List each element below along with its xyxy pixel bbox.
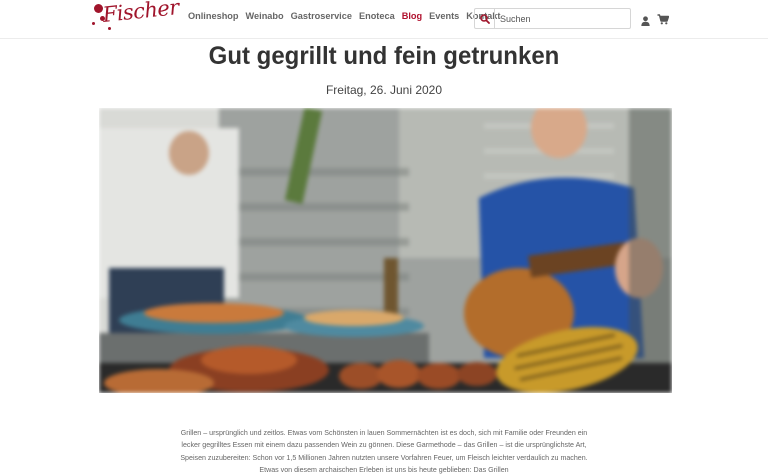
search-box [474,8,631,29]
search-icon [479,13,490,24]
logo-splatter [92,22,95,25]
nav-item-gastroservice[interactable]: Gastroservice [291,11,352,21]
search-button[interactable] [475,9,495,28]
brand-logo[interactable]: Fischer [90,0,180,36]
main-nav: Onlineshop Weinabo Gastroservice Enoteca… [188,11,500,21]
search-input[interactable] [495,9,630,28]
article-paragraph: Grillen – ursprünglich und zeitlos. Etwa… [180,429,588,474]
article-title: Gut gegrillt und fein getrunken [208,42,560,70]
nav-item-weinabo[interactable]: Weinabo [246,11,284,21]
nav-item-enoteca[interactable]: Enoteca [359,11,395,21]
site-header: Fischer Onlineshop Weinabo Gastroservice… [0,0,768,39]
logo-wordmark: Fischer [101,0,180,27]
nav-item-onlineshop[interactable]: Onlineshop [188,11,239,21]
article-date: Freitag, 26. Juni 2020 [325,83,443,97]
nav-item-events[interactable]: Events [429,11,459,21]
logo-splatter [108,27,111,30]
user-icon[interactable] [641,13,650,31]
nav-item-blog[interactable]: Blog [402,11,422,21]
hero-image [99,108,672,393]
cart-icon[interactable] [657,12,670,30]
